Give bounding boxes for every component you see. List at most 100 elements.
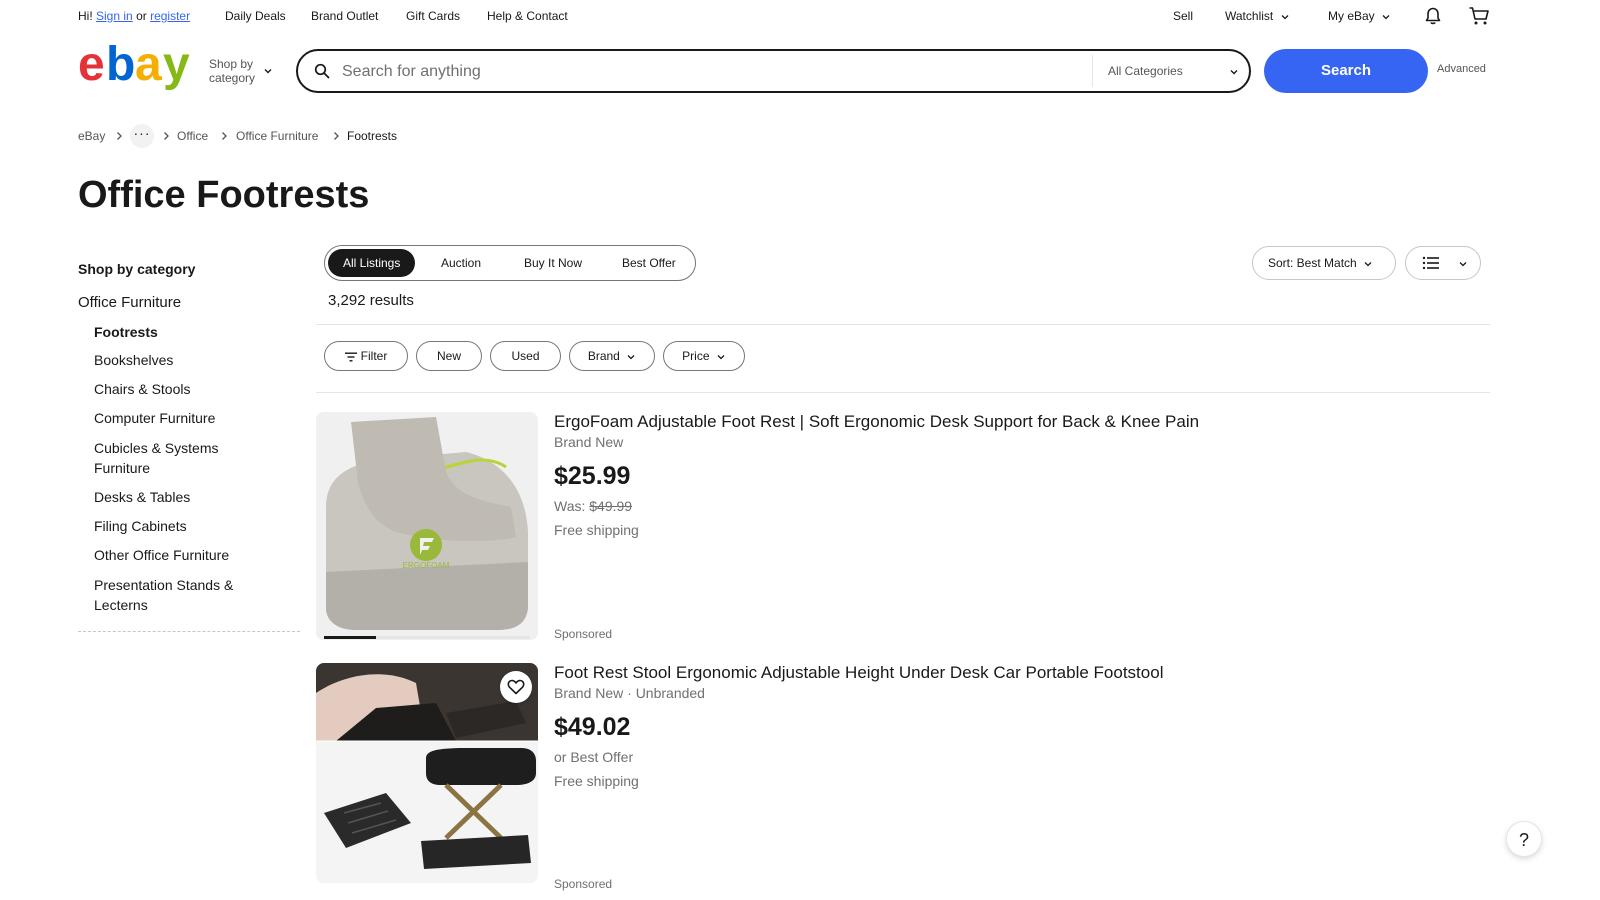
sidebar-item-office-furniture[interactable]: Office Furniture (78, 293, 181, 313)
sell-link[interactable]: Sell (1173, 9, 1193, 23)
category-label: category (209, 71, 256, 85)
chevron-right-icon (164, 132, 169, 140)
sidebar-item-cubicles[interactable]: Cubicles & Systems Furniture (94, 438, 254, 478)
chevron-down-icon (1281, 14, 1289, 20)
breadcrumb-office-furniture[interactable]: Office Furniture (236, 129, 318, 143)
was-label: Was: (554, 498, 586, 514)
sidebar-divider (78, 631, 300, 632)
tab-buy-it-now[interactable]: Buy It Now (509, 249, 597, 277)
filter-brand-chip[interactable]: Brand (569, 341, 655, 371)
item-image[interactable]: ERGOFOAM (316, 412, 538, 640)
list-view-icon (1422, 256, 1439, 270)
breadcrumb-ebay[interactable]: eBay (78, 129, 105, 143)
item-shipping: Free shipping (554, 522, 639, 538)
price-label: Price (682, 349, 710, 363)
watch-heart-button[interactable] (500, 671, 532, 703)
item-title[interactable]: ErgoFoam Adjustable Foot Rest | Soft Erg… (554, 412, 1199, 432)
sidebar-item-presentation-stands[interactable]: Presentation Stands & Lecterns (94, 575, 254, 615)
category-select[interactable]: All Categories (1108, 64, 1183, 78)
gift-cards-link[interactable]: Gift Cards (406, 9, 460, 23)
watchlist-menu[interactable]: Watchlist (1225, 9, 1290, 23)
notification-bell-icon[interactable] (1423, 6, 1443, 26)
was-price-value: $49.99 (589, 498, 633, 514)
chevron-right-icon (222, 132, 227, 140)
register-link[interactable]: register (150, 9, 190, 23)
tab-best-offer[interactable]: Best Offer (607, 249, 691, 277)
page-title: Office Footrests (78, 174, 370, 216)
help-button[interactable]: ? (1506, 821, 1542, 857)
sidebar-item-filing-cabinets[interactable]: Filing Cabinets (94, 516, 187, 536)
search-icon (314, 63, 330, 79)
sidebar-item-bookshelves[interactable]: Bookshelves (94, 350, 173, 370)
or-text: or (136, 9, 147, 23)
sidebar-item-chairs-stools[interactable]: Chairs & Stools (94, 379, 190, 399)
greeting: Hi! Sign in or register (78, 9, 190, 23)
item-condition: Brand New (554, 434, 624, 450)
breadcrumb-more-button[interactable]: ··· (130, 124, 154, 148)
sponsored-label: Sponsored (554, 627, 613, 641)
svg-text:y: y (163, 42, 190, 91)
sponsored-label: Sponsored (554, 877, 613, 891)
ebay-logo[interactable]: e b a y (78, 38, 198, 94)
greeting-text: Hi! (78, 9, 93, 23)
divider (316, 324, 1490, 325)
view-mode-dropdown[interactable] (1405, 246, 1481, 280)
my-ebay-label: My eBay (1328, 9, 1375, 23)
filter-price-chip[interactable]: Price (663, 341, 745, 371)
breadcrumb-office[interactable]: Office (177, 129, 208, 143)
search-divider (1092, 55, 1093, 87)
filter-new-chip[interactable]: New (416, 341, 482, 371)
signin-link[interactable]: Sign in (96, 9, 133, 23)
results-count: 3,292 results (328, 292, 414, 309)
chevron-down-icon (717, 354, 725, 360)
chevron-down-icon (1364, 261, 1372, 267)
shop-by-label: Shop by (209, 57, 254, 71)
sort-label: Sort: Best Match (1268, 256, 1357, 270)
chevron-down-icon (1230, 70, 1238, 75)
item-price: $25.99 (554, 462, 631, 490)
breadcrumb-current: Footrests (347, 129, 398, 143)
sort-dropdown[interactable]: Sort: Best Match (1252, 246, 1396, 280)
brand-outlet-link[interactable]: Brand Outlet (311, 9, 378, 23)
item-best-offer: or Best Offer (554, 749, 634, 765)
filter-button[interactable]: Filter (324, 341, 408, 371)
sidebar-item-other-office-furniture[interactable]: Other Office Furniture (94, 545, 229, 565)
filter-used-chip[interactable]: Used (490, 341, 561, 371)
tab-auction[interactable]: Auction (426, 249, 496, 277)
help-contact-link[interactable]: Help & Contact (487, 9, 568, 23)
filter-icon (344, 352, 357, 362)
image-carousel-progress (324, 636, 530, 639)
chevron-down-icon (1459, 262, 1467, 267)
divider (316, 392, 1490, 393)
chevron-down-icon (627, 354, 635, 360)
sidebar-item-desks-tables[interactable]: Desks & Tables (94, 487, 190, 507)
advanced-search-link[interactable]: Advanced (1437, 63, 1486, 75)
daily-deals-link[interactable]: Daily Deals (225, 9, 286, 23)
heart-icon (507, 679, 525, 695)
item-was-price: Was: $49.99 (554, 498, 632, 514)
shop-by-category-button[interactable]: Shop by category (209, 57, 255, 85)
sidebar-item-footrests: Footrests (94, 324, 158, 340)
sidebar-heading: Shop by category (78, 261, 196, 277)
tab-all-listings[interactable]: All Listings (328, 249, 416, 277)
watchlist-label: Watchlist (1225, 9, 1274, 23)
search-button[interactable]: Search (1264, 49, 1428, 93)
item-title[interactable]: Foot Rest Stool Ergonomic Adjustable Hei… (554, 663, 1163, 683)
search-input[interactable] (340, 57, 1084, 87)
svg-text:b: b (106, 42, 135, 91)
item-condition: Brand New · Unbranded (554, 685, 705, 701)
foot-rest-product-image: ERGOFOAM (316, 412, 538, 640)
svg-text:e: e (78, 42, 104, 91)
svg-text:ERGOFOAM: ERGOFOAM (403, 561, 450, 570)
image-carousel-progress-fill (324, 636, 376, 639)
my-ebay-menu[interactable]: My eBay (1328, 9, 1391, 23)
chevron-down-icon (264, 69, 272, 74)
svg-text:a: a (135, 42, 162, 91)
cart-icon[interactable] (1468, 6, 1490, 26)
item-shipping: Free shipping (554, 773, 639, 789)
sidebar-item-computer-furniture[interactable]: Computer Furniture (94, 408, 215, 428)
listing-type-tabs: All Listings Auction Buy It Now Best Off… (324, 245, 696, 281)
search-bar: All Categories (296, 49, 1251, 93)
top-navigation-bar: Hi! Sign in or register Daily Deals Bran… (0, 0, 1600, 32)
chevron-right-icon (117, 132, 122, 140)
